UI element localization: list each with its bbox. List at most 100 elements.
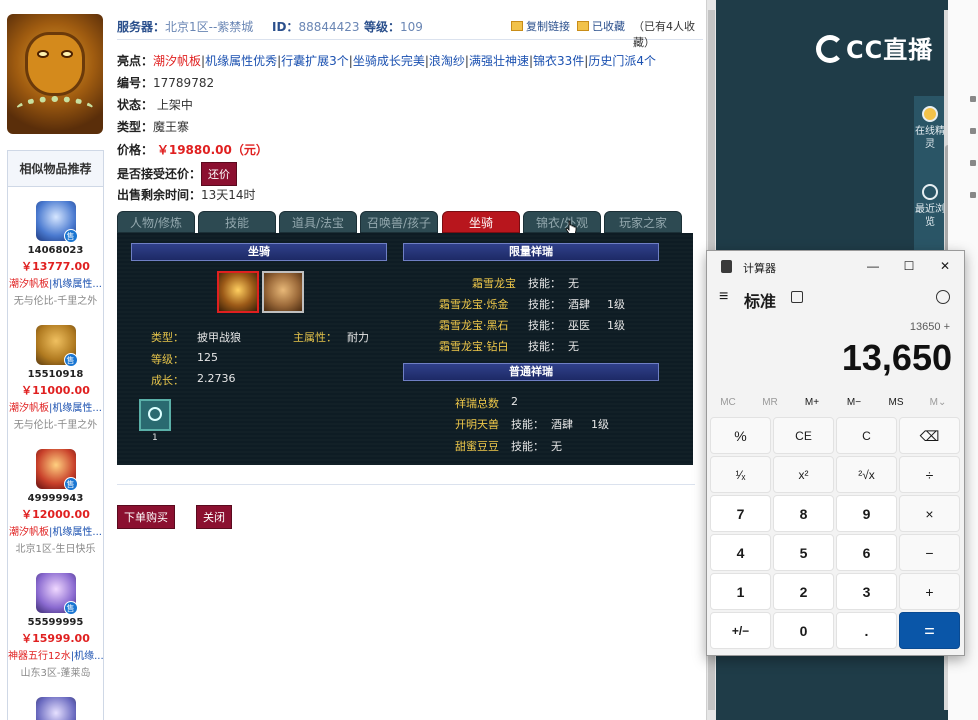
digit-5-key[interactable]: 5 bbox=[773, 534, 834, 571]
tab-mounts[interactable]: 坐骑 bbox=[442, 211, 520, 233]
item-id: 49999943 bbox=[27, 493, 84, 504]
reciprocal-key[interactable]: ¹⁄ₓ bbox=[710, 456, 771, 493]
multiply-key[interactable]: × bbox=[899, 495, 960, 532]
sqrt-key[interactable]: ²√x bbox=[836, 456, 897, 493]
buy-button[interactable]: 下单购买 bbox=[117, 505, 175, 529]
highlight-tag[interactable]: 坐骑成长完美 bbox=[353, 54, 425, 68]
calculator-display: 13,650 bbox=[841, 337, 952, 378]
similar-item[interactable]: 售 55599995 ￥15999.00 神器五行12水|机缘... 山东3区-… bbox=[8, 573, 103, 679]
memory-recall-button[interactable]: MR bbox=[749, 397, 791, 408]
item-tags: 神器五行12水|机缘... bbox=[8, 651, 103, 662]
highlights-row: 亮点：潮汐帆板|机缘属性优秀|行囊扩展3个|坐骑成长完美|浪淘纱|满强壮神速|锦… bbox=[117, 54, 656, 68]
detail-tabs: 人物/修炼 技能 道具/法宝 召唤兽/孩子 坐骑 锦衣/外观 玩家之家 bbox=[117, 211, 693, 233]
mount-wolf-icon[interactable] bbox=[217, 271, 259, 313]
calculator-titlebar[interactable]: 计算器 — ☐ ✕ bbox=[707, 251, 964, 281]
divide-key[interactable]: ÷ bbox=[899, 456, 960, 493]
mount-panel: 坐骑 限量祥瑞 类型： 披甲战狼 主属性： 耐力 等级： 125 成长： 2.2… bbox=[117, 233, 693, 465]
tab-skills[interactable]: 技能 bbox=[198, 211, 276, 233]
subtract-key[interactable]: − bbox=[899, 534, 960, 571]
close-window-button[interactable]: ✕ bbox=[933, 257, 957, 275]
memory-clear-button[interactable]: MC bbox=[707, 397, 749, 408]
similar-item[interactable]: 售 15510918 ￥11000.00 潮汐帆板|机缘属性... 无与伦比-千… bbox=[8, 325, 103, 431]
cc-side-menu: 在线精灵 最近浏览 bbox=[914, 96, 946, 256]
similar-item[interactable]: 售 14068023 ￥13777.00 潮汐帆板|机缘属性... 无与伦比-千… bbox=[8, 201, 103, 307]
memory-subtract-button[interactable]: M− bbox=[833, 397, 875, 408]
similar-item[interactable] bbox=[8, 697, 103, 720]
tab-items[interactable]: 道具/法宝 bbox=[279, 211, 357, 233]
digit-3-key[interactable]: 3 bbox=[836, 573, 897, 610]
sell-badge: 售 bbox=[63, 229, 78, 243]
keep-on-top-icon[interactable] bbox=[791, 291, 803, 303]
tab-character[interactable]: 人物/修炼 bbox=[117, 211, 195, 233]
highlight-tag[interactable]: 浪淘纱 bbox=[429, 54, 465, 68]
favorite-button[interactable]: 已收藏 bbox=[577, 18, 625, 34]
memory-add-button[interactable]: M+ bbox=[791, 397, 833, 408]
digit-8-key[interactable]: 8 bbox=[773, 495, 834, 532]
item-icon[interactable]: 售 bbox=[35, 325, 78, 367]
calculator-mode: 标准 bbox=[744, 294, 777, 311]
highlight-tag[interactable]: 满强壮神速 bbox=[469, 54, 529, 68]
add-key[interactable]: + bbox=[899, 573, 960, 610]
limited-name: 霜雪龙宝 bbox=[472, 277, 516, 290]
maximize-button[interactable]: ☐ bbox=[897, 257, 921, 275]
item-server: 无与伦比-千里之外 bbox=[13, 296, 98, 307]
digit-2-key[interactable]: 2 bbox=[773, 573, 834, 610]
item-icon[interactable]: 售 bbox=[35, 449, 78, 491]
digit-0-key[interactable]: 0 bbox=[773, 612, 834, 649]
limited-name: 霜雪龙宝·钻白 bbox=[439, 340, 509, 353]
tab-home[interactable]: 玩家之家 bbox=[604, 211, 682, 233]
clear-key[interactable]: C bbox=[836, 417, 897, 454]
digit-1-key[interactable]: 1 bbox=[710, 573, 771, 610]
cc-recent-browse[interactable]: 最近浏览 bbox=[914, 184, 946, 229]
mount-beast-icon[interactable] bbox=[262, 271, 304, 313]
close-button[interactable]: 关闭 bbox=[196, 505, 232, 529]
memory-store-button[interactable]: MS bbox=[875, 397, 917, 408]
memory-list-button[interactable]: M⌄ bbox=[917, 397, 959, 408]
hamburger-menu-icon[interactable]: ≡ bbox=[719, 288, 728, 306]
highlight-tag[interactable]: 机缘属性优秀 bbox=[205, 54, 277, 68]
backspace-key[interactable]: ⌫ bbox=[899, 417, 960, 454]
highlight-tag[interactable]: 行囊扩展3个 bbox=[281, 54, 349, 68]
digit-6-key[interactable]: 6 bbox=[836, 534, 897, 571]
item-icon[interactable]: 售 bbox=[35, 201, 78, 243]
minimize-button[interactable]: — bbox=[861, 257, 885, 275]
item-price: ￥11000.00 bbox=[21, 384, 90, 397]
highlight-tag[interactable]: 历史门派4个 bbox=[588, 54, 656, 68]
tab-appearance[interactable]: 锦衣/外观 bbox=[523, 211, 601, 233]
history-icon[interactable] bbox=[936, 290, 950, 304]
item-icon[interactable]: 售 bbox=[35, 573, 78, 615]
status-row: 状态： 上架中 bbox=[117, 98, 193, 112]
item-id: 14068023 bbox=[27, 245, 84, 256]
item-icon[interactable] bbox=[35, 697, 76, 720]
highlight-tag[interactable]: 潮汐帆板 bbox=[153, 54, 201, 68]
percent-key[interactable]: % bbox=[710, 417, 771, 454]
equals-key[interactable]: = bbox=[899, 612, 960, 649]
mount-skill-icon[interactable] bbox=[139, 399, 171, 431]
similar-item[interactable]: 售 49999943 ￥12000.00 潮汐帆板|机缘属性... 北京1区-生… bbox=[8, 449, 103, 555]
item-tags: 潮汐帆板|机缘属性... bbox=[9, 279, 102, 290]
square-key[interactable]: x² bbox=[773, 456, 834, 493]
normal-header: 普通祥瑞 bbox=[403, 363, 659, 381]
decimal-key[interactable]: . bbox=[836, 612, 897, 649]
id-info: ID：88844423 bbox=[272, 20, 360, 34]
tab-summons[interactable]: 召唤兽/孩子 bbox=[360, 211, 438, 233]
item-tags: 潮汐帆板|机缘属性... bbox=[9, 403, 102, 414]
item-server: 北京1区-生日快乐 bbox=[15, 544, 96, 555]
clear-entry-key[interactable]: CE bbox=[773, 417, 834, 454]
similar-items-title: 相似物品推荐 bbox=[8, 151, 103, 187]
bargain-button[interactable]: 还价 bbox=[201, 162, 238, 186]
negate-key[interactable]: +/− bbox=[710, 612, 771, 649]
divider bbox=[117, 484, 695, 485]
character-avatar bbox=[7, 14, 103, 134]
similar-items-panel: 相似物品推荐 售 14068023 ￥13777.00 潮汐帆板|机缘属性...… bbox=[7, 150, 104, 720]
copy-link-button[interactable]: 复制链接 bbox=[511, 18, 570, 34]
digit-9-key[interactable]: 9 bbox=[836, 495, 897, 532]
folder-icon bbox=[577, 21, 589, 31]
server-info: 服务器：北京1区--紫禁城 bbox=[117, 20, 254, 34]
calculator-expression: 13650 + bbox=[909, 321, 950, 333]
mount-level-value: 125 bbox=[197, 351, 218, 364]
highlight-tag[interactable]: 锦衣33件 bbox=[533, 54, 584, 68]
digit-4-key[interactable]: 4 bbox=[710, 534, 771, 571]
cc-online-sprite[interactable]: 在线精灵 bbox=[914, 106, 946, 151]
digit-7-key[interactable]: 7 bbox=[710, 495, 771, 532]
